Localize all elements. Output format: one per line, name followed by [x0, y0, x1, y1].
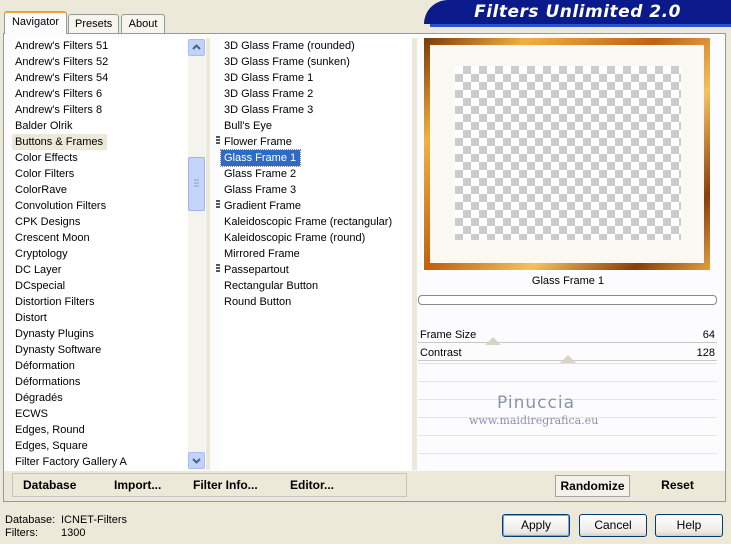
- preview-divider: [412, 38, 417, 470]
- list-divider: [206, 38, 210, 470]
- chevron-down-icon: [192, 458, 201, 464]
- param-contrast[interactable]: Contrast 128: [418, 345, 717, 363]
- list-item[interactable]: ColorRave: [12, 182, 188, 198]
- param-label: Contrast: [420, 347, 462, 359]
- preview-filter-name: Glass Frame 1: [531, 275, 605, 287]
- list-item[interactable]: Color Effects: [12, 150, 188, 166]
- list-item[interactable]: Déformations: [12, 374, 188, 390]
- list-item[interactable]: Dynasty Plugins: [12, 326, 188, 342]
- group-marker-icon: [216, 264, 220, 274]
- list-item[interactable]: Déformation: [12, 358, 188, 374]
- list-item[interactable]: Edges, Round: [12, 422, 188, 438]
- list-item[interactable]: 3D Glass Frame (sunken): [221, 54, 411, 70]
- param-frame-size[interactable]: Frame Size 64: [418, 327, 717, 345]
- grip-icon: [194, 179, 199, 187]
- list-item[interactable]: Crescent Moon: [12, 230, 188, 246]
- list-item[interactable]: Dynasty Software: [12, 342, 188, 358]
- list-item[interactable]: DCspecial: [12, 278, 188, 294]
- tab-about[interactable]: About: [121, 14, 165, 33]
- watermark-name: Pinuccia: [497, 393, 575, 413]
- list-item[interactable]: Filter Factory Gallery A: [12, 454, 188, 470]
- param-row-empty: [418, 363, 717, 379]
- list-item[interactable]: 3D Glass Frame 1: [221, 70, 411, 86]
- banner-stripe: [430, 24, 731, 27]
- status-label: Database:: [5, 514, 56, 526]
- list-item[interactable]: 3D Glass Frame 3: [221, 102, 411, 118]
- list-item[interactable]: Andrew's Filters 52: [12, 54, 188, 70]
- list-item[interactable]: Andrew's Filters 6: [12, 86, 188, 102]
- list-item[interactable]: Rectangular Button: [221, 278, 411, 294]
- list-item[interactable]: 3D Glass Frame 2: [221, 86, 411, 102]
- group-marker-icon: [216, 136, 220, 146]
- help-button[interactable]: Help: [655, 514, 723, 537]
- list-item[interactable]: Andrew's Filters 8: [12, 102, 188, 118]
- list-item[interactable]: DC Layer: [12, 262, 188, 278]
- list-item[interactable]: ECWS: [12, 406, 188, 422]
- group-marker-icon: [216, 200, 220, 210]
- list-item[interactable]: Convolution Filters: [12, 198, 188, 214]
- preview-transparency: [455, 66, 681, 240]
- list-item[interactable]: Glass Frame 3: [221, 182, 411, 198]
- reset-button[interactable]: Reset: [640, 475, 715, 497]
- list-item[interactable]: Kaleidoscopic Frame (round): [221, 230, 411, 246]
- category-list[interactable]: Andrew's Filters 51 Andrew's Filters 52 …: [12, 38, 188, 470]
- tab-presets[interactable]: Presets: [68, 14, 119, 33]
- chevron-up-icon: [192, 44, 201, 50]
- import-button[interactable]: Import...: [114, 478, 161, 492]
- scroll-down-button[interactable]: [188, 452, 205, 469]
- list-item[interactable]: 3D Glass Frame (rounded): [221, 38, 411, 54]
- list-item[interactable]: Passepartout: [221, 262, 411, 278]
- list-item[interactable]: Round Button: [221, 294, 411, 310]
- category-scrollbar[interactable]: [188, 39, 205, 469]
- list-item[interactable]: Kaleidoscopic Frame (rectangular): [221, 214, 411, 230]
- list-item[interactable]: Dégradés: [12, 390, 188, 406]
- param-label: Frame Size: [420, 329, 477, 341]
- list-item[interactable]: Balder Olrik: [12, 118, 188, 134]
- list-item[interactable]: Bull's Eye: [221, 118, 411, 134]
- title-banner: Filters Unlimited 2.0: [424, 0, 731, 24]
- list-item[interactable]: Color Filters: [12, 166, 188, 182]
- list-item-selected[interactable]: Buttons & Frames: [12, 134, 108, 150]
- list-item[interactable]: Gradient Frame: [221, 198, 411, 214]
- slider-thumb[interactable]: [485, 337, 501, 345]
- cancel-button[interactable]: Cancel: [579, 514, 647, 537]
- scroll-up-button[interactable]: [188, 39, 205, 56]
- list-item[interactable]: CPK Designs: [12, 214, 188, 230]
- watermark-url: www.maidiregrafica.eu: [469, 414, 599, 427]
- editor-button[interactable]: Editor...: [290, 478, 334, 492]
- status-value: ICNET-Filters: [61, 514, 127, 526]
- filter-info-button[interactable]: Filter Info...: [193, 478, 258, 492]
- randomize-button[interactable]: Randomize: [555, 475, 630, 497]
- list-item[interactable]: Andrew's Filters 54: [12, 70, 188, 86]
- status-filters: Filters: 1300: [5, 527, 85, 539]
- list-item[interactable]: Distortion Filters: [12, 294, 188, 310]
- list-item[interactable]: Mirrored Frame: [221, 246, 411, 262]
- scroll-thumb[interactable]: [188, 157, 205, 211]
- list-item[interactable]: Glass Frame 2: [221, 166, 411, 182]
- param-row-empty: [418, 435, 717, 451]
- slider-thumb[interactable]: [560, 355, 576, 363]
- list-item-selected[interactable]: Glass Frame 1: [219, 149, 302, 167]
- list-item[interactable]: Distort: [12, 310, 188, 326]
- param-value: 64: [702, 329, 715, 341]
- apply-button[interactable]: Apply: [502, 514, 570, 537]
- status-value: 1300: [61, 527, 86, 539]
- filter-list[interactable]: 3D Glass Frame (rounded) 3D Glass Frame …: [219, 38, 411, 470]
- database-button[interactable]: Database: [23, 478, 76, 492]
- list-item[interactable]: Flower Frame: [221, 134, 411, 150]
- status-label: Filters:: [5, 527, 38, 539]
- tab-navigator[interactable]: Navigator: [4, 11, 67, 34]
- app-title: Filters Unlimited 2.0: [474, 2, 681, 22]
- status-database: Database: ICNET-Filters: [5, 514, 127, 526]
- list-item[interactable]: Cryptology: [12, 246, 188, 262]
- list-item[interactable]: Edges, Square: [12, 438, 188, 454]
- progress-bar: [418, 295, 717, 305]
- param-value: 128: [696, 347, 715, 359]
- list-item[interactable]: Andrew's Filters 51: [12, 38, 188, 54]
- param-row-empty: [418, 453, 717, 469]
